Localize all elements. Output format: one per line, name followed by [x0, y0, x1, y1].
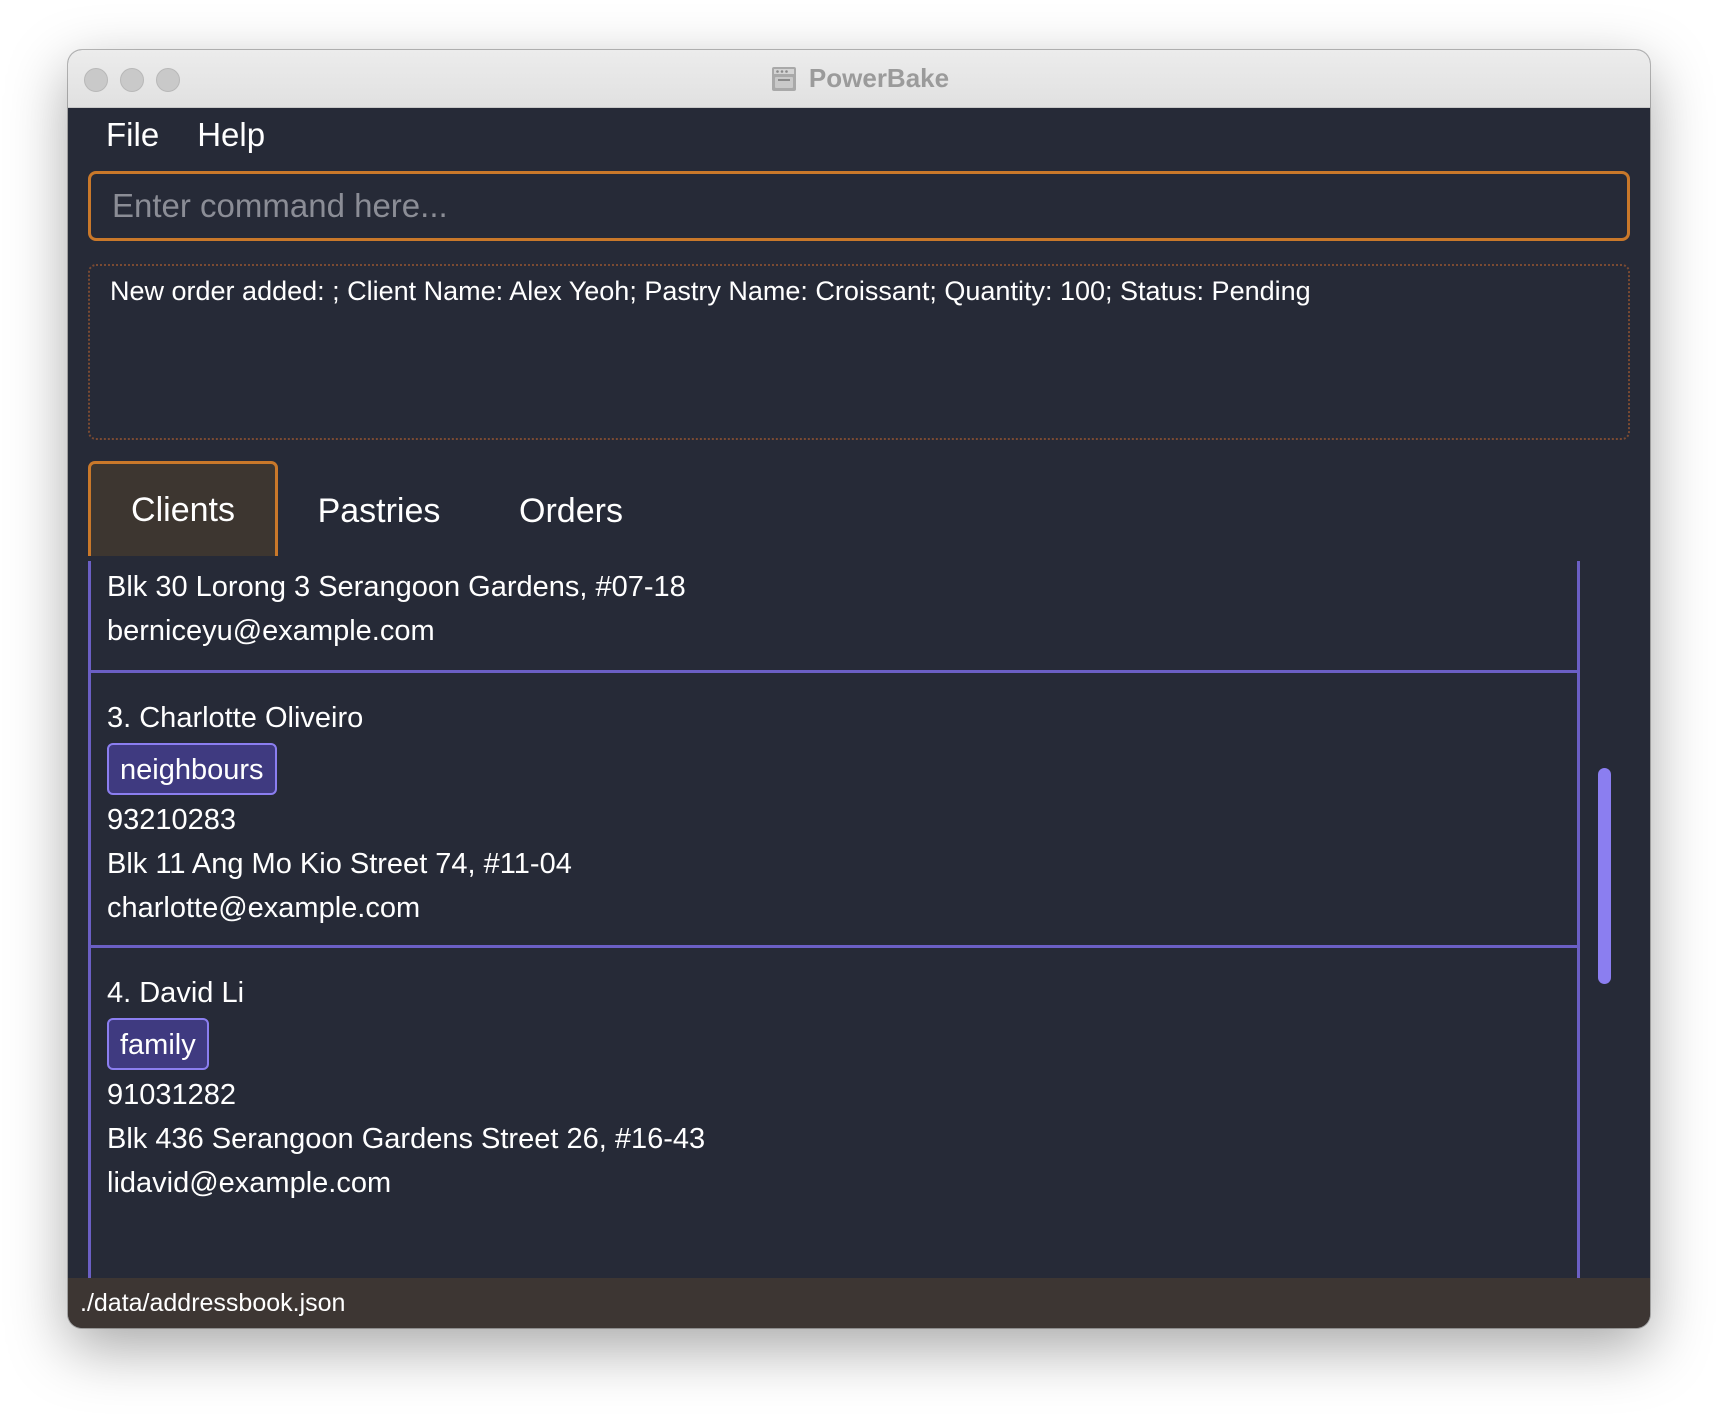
client-email: berniceyu@example.com	[107, 615, 435, 647]
client-name: 4. David Li	[107, 977, 245, 1009]
result-message: New order added: ; Client Name: Alex Yeo…	[110, 276, 1311, 306]
scrollbar[interactable]	[1580, 561, 1650, 1278]
result-display: New order added: ; Client Name: Alex Yeo…	[88, 264, 1630, 440]
command-input[interactable]	[91, 174, 1627, 238]
app-window: PowerBake File Help New order added: ; C…	[68, 50, 1650, 1328]
tab-orders[interactable]: Orders	[480, 461, 662, 556]
client-tag: family	[107, 1018, 209, 1070]
menu-bar: File Help	[68, 107, 1650, 163]
client-phone: 91031282	[107, 1079, 237, 1111]
client-card[interactable]: Blk 30 Lorong 3 Serangoon Gardens, #07-1…	[91, 565, 1577, 653]
client-card[interactable]: 4. David Li family 91031282 Blk 436 Sera…	[91, 971, 1577, 1205]
scrollbar-thumb[interactable]	[1598, 768, 1611, 984]
card-divider	[91, 945, 1577, 948]
tab-bar: Clients Pastries Orders	[88, 461, 662, 556]
client-list[interactable]: Blk 30 Lorong 3 Serangoon Gardens, #07-1…	[88, 561, 1580, 1278]
client-tag: neighbours	[107, 743, 277, 795]
status-bar: ./data/addressbook.json	[68, 1278, 1650, 1328]
tab-pastries[interactable]: Pastries	[278, 461, 480, 556]
client-email: charlotte@example.com	[107, 892, 421, 924]
tab-clients[interactable]: Clients	[88, 461, 278, 556]
title-bar: PowerBake	[68, 50, 1650, 108]
client-name: 3. Charlotte Oliveiro	[107, 702, 364, 734]
command-box	[88, 171, 1630, 241]
client-card[interactable]: 3. Charlotte Oliveiro neighbours 9321028…	[91, 696, 1577, 930]
client-address: Blk 436 Serangoon Gardens Street 26, #16…	[107, 1123, 706, 1155]
client-phone: 93210283	[107, 804, 237, 836]
client-address: Blk 11 Ang Mo Kio Street 74, #11-04	[107, 848, 572, 880]
card-divider	[91, 670, 1577, 673]
menu-help[interactable]: Help	[197, 116, 265, 154]
data-file-path: ./data/addressbook.json	[80, 1289, 346, 1317]
menu-file[interactable]: File	[106, 116, 159, 154]
window-title: PowerBake	[808, 63, 950, 93]
client-email: lidavid@example.com	[107, 1167, 392, 1199]
client-address: Blk 30 Lorong 3 Serangoon Gardens, #07-1…	[107, 571, 686, 603]
oven-icon	[771, 66, 796, 91]
